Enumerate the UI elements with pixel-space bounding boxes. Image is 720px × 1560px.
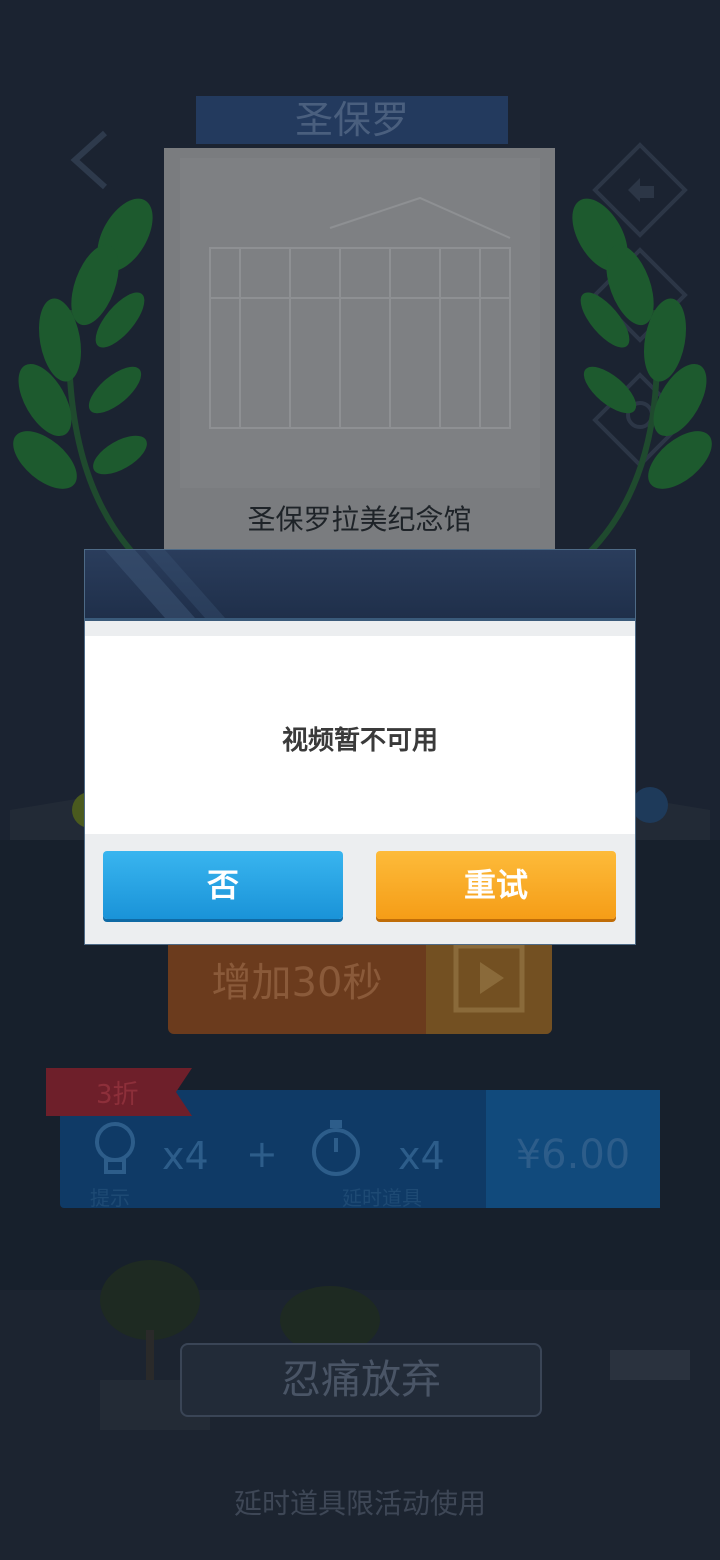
timer-count: x4 — [398, 1134, 445, 1178]
discount-tag: 3折 — [46, 1068, 192, 1116]
landmark-name: 圣保罗拉美纪念馆 — [247, 503, 472, 536]
back-arrow-icon[interactable] — [60, 125, 130, 195]
bundle-price: ¥6.00 — [486, 1090, 660, 1208]
dialog-message: 视频暂不可用 — [281, 726, 438, 756]
retry-button[interactable]: 重试 — [376, 851, 616, 919]
no-button[interactable]: 否 — [103, 851, 343, 919]
hint-count: x4 — [162, 1134, 209, 1178]
timer-icon — [312, 1120, 360, 1176]
discount-label: 3折 — [96, 1080, 139, 1110]
timer-name: 延时道具 — [342, 1186, 422, 1210]
dialog-body: 视频暂不可用 — [85, 636, 635, 834]
give-up-button[interactable]: 忍痛放弃 — [180, 1343, 542, 1417]
landmark-card: 圣保罗拉美纪念馆 — [164, 148, 555, 550]
bundle-plus: + — [246, 1132, 278, 1176]
laurel-right-icon — [568, 198, 712, 573]
header-stripe-icon — [105, 550, 225, 618]
footer-note: 延时道具限活动使用 — [233, 1487, 486, 1520]
hint-bulb-icon — [95, 1122, 135, 1174]
landmark-image — [180, 158, 540, 488]
video-unavailable-dialog: 视频暂不可用 否 重试 — [85, 550, 635, 944]
city-title: 圣保罗 — [196, 96, 508, 144]
hint-name: 提示 — [90, 1186, 130, 1210]
dialog-header — [85, 550, 635, 621]
add-time-label: 增加30秒 — [211, 960, 383, 1006]
